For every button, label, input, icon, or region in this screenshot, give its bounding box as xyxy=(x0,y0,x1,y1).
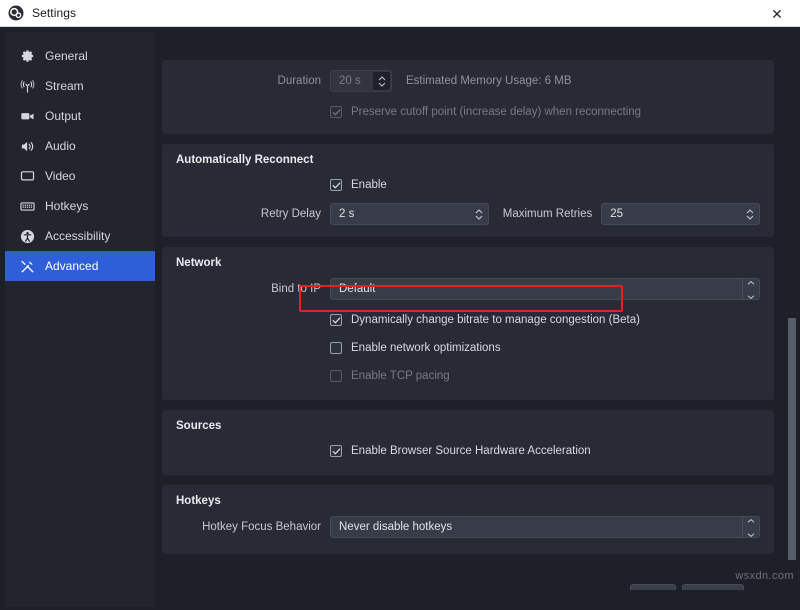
tcp-pacing-checkbox[interactable] xyxy=(330,370,342,382)
preserve-cutoff-row[interactable]: Preserve cutoff point (increase delay) w… xyxy=(330,102,760,122)
memory-usage-text: Estimated Memory Usage: 6 MB xyxy=(406,75,572,87)
dynamic-bitrate-checkbox-row[interactable]: Dynamically change bitrate to manage con… xyxy=(330,310,760,330)
sources-group: Sources Enable Browser Source Hardware A… xyxy=(162,410,774,475)
auto-reconnect-enable-row[interactable]: Enable xyxy=(330,175,760,195)
chevron-up-icon xyxy=(378,75,386,81)
duration-label: Duration xyxy=(277,75,321,87)
duration-value: 20 s xyxy=(339,75,361,87)
sidebar-item-label: Stream xyxy=(45,79,84,93)
gear-icon xyxy=(19,48,36,65)
auto-reconnect-group: Automatically Reconnect Enable Retry Del… xyxy=(162,144,774,237)
retry-delay-input[interactable]: 2 s xyxy=(330,203,489,225)
sidebar-item-label: Audio xyxy=(45,139,76,153)
auto-reconnect-title: Automatically Reconnect xyxy=(176,154,314,166)
chevron-up-icon xyxy=(747,276,755,288)
network-group: Network Bind to IP Default Dynamically c… xyxy=(162,247,774,400)
dynamic-bitrate-label: Dynamically change bitrate to manage con… xyxy=(351,314,640,326)
close-icon[interactable]: ✕ xyxy=(754,0,800,27)
content-scrollbar[interactable] xyxy=(786,60,797,582)
chevron-up-icon xyxy=(747,514,755,526)
sidebar-item-label: Advanced xyxy=(45,259,99,273)
window-body: General Stream Output Audio Video Hotkey… xyxy=(0,27,800,607)
sidebar-item-label: Output xyxy=(45,109,82,123)
chevron-down-icon xyxy=(746,215,754,220)
chevron-down-icon xyxy=(747,528,755,540)
obs-logo-icon xyxy=(8,5,24,21)
settings-content-scroll-area[interactable]: Duration 20 s Estimated Memory Usage: 6 … xyxy=(162,60,794,610)
browser-acceleration-checkbox[interactable] xyxy=(330,445,342,457)
hotkey-focus-value: Never disable hotkeys xyxy=(339,521,453,533)
tcp-pacing-row[interactable]: Enable TCP pacing xyxy=(330,366,760,386)
sidebar-item-stream[interactable]: Stream xyxy=(5,71,155,101)
duration-input[interactable]: 20 s xyxy=(330,70,392,92)
max-retries-input[interactable]: 25 xyxy=(601,203,760,225)
chevron-down-icon xyxy=(747,290,755,302)
sources-title: Sources xyxy=(176,420,222,432)
max-retries-stepper[interactable] xyxy=(742,204,758,224)
accessibility-icon xyxy=(19,228,36,245)
sidebar-item-audio[interactable]: Audio xyxy=(5,131,155,161)
scrollbar-thumb[interactable] xyxy=(788,318,796,560)
bind-ip-value: Default xyxy=(339,283,376,295)
sidebar-item-hotkeys[interactable]: Hotkeys xyxy=(5,191,155,221)
monitor-icon xyxy=(19,168,36,185)
chevron-down-icon xyxy=(378,82,386,87)
hotkey-focus-row: Hotkey Focus Behavior Never disable hotk… xyxy=(176,516,760,538)
sidebar-item-advanced[interactable]: Advanced xyxy=(5,251,155,281)
sidebar-item-general[interactable]: General xyxy=(5,41,155,71)
sidebar-item-label: Hotkeys xyxy=(45,199,89,213)
browser-acceleration-label: Enable Browser Source Hardware Accelerat… xyxy=(351,445,591,457)
sidebar-item-label: Video xyxy=(45,169,76,183)
tcp-pacing-label: Enable TCP pacing xyxy=(351,370,450,382)
bind-ip-row: Bind to IP Default xyxy=(176,278,760,300)
bind-ip-label: Bind to IP xyxy=(271,283,321,295)
browser-acceleration-row[interactable]: Enable Browser Source Hardware Accelerat… xyxy=(330,441,760,461)
camcorder-icon xyxy=(19,108,36,125)
sidebar-item-label: General xyxy=(45,49,88,63)
keyboard-icon xyxy=(19,198,36,215)
preserve-cutoff-label: Preserve cutoff point (increase delay) w… xyxy=(351,106,642,118)
duration-stepper[interactable] xyxy=(373,72,390,90)
hotkey-focus-label: Hotkey Focus Behavior xyxy=(202,521,321,533)
sidebar-item-video[interactable]: Video xyxy=(5,161,155,191)
tools-icon xyxy=(19,258,36,275)
duration-row: Duration 20 s Estimated Memory Usage: 6 … xyxy=(176,70,760,92)
retry-delay-value: 2 s xyxy=(339,208,355,220)
sidebar-item-output[interactable]: Output xyxy=(5,101,155,131)
network-title: Network xyxy=(176,257,222,269)
network-optimizations-label: Enable network optimizations xyxy=(351,342,501,354)
sidebar-item-accessibility[interactable]: Accessibility xyxy=(5,221,155,251)
retry-delay-label: Retry Delay xyxy=(260,208,321,220)
dynamic-bitrate-checkbox[interactable] xyxy=(330,314,342,326)
max-retries-label: Maximum Retries xyxy=(502,208,593,220)
chevron-down-icon xyxy=(475,215,483,220)
broadcast-icon xyxy=(19,78,36,95)
network-optimizations-row[interactable]: Enable network optimizations xyxy=(330,338,760,358)
hotkeys-title: Hotkeys xyxy=(176,495,221,507)
network-optimizations-checkbox[interactable] xyxy=(330,342,342,354)
auto-reconnect-enable-label: Enable xyxy=(351,179,387,191)
watermark: wsxdn.com xyxy=(735,570,794,582)
chevron-up-icon xyxy=(475,208,483,214)
preserve-cutoff-checkbox[interactable] xyxy=(330,106,342,118)
retry-row: Retry Delay 2 s Maximum Retries 25 xyxy=(176,203,760,225)
replay-buffer-group: Duration 20 s Estimated Memory Usage: 6 … xyxy=(162,60,774,134)
speaker-icon xyxy=(19,138,36,155)
bind-ip-select[interactable]: Default xyxy=(330,278,760,300)
retry-delay-stepper[interactable] xyxy=(471,204,487,224)
bind-ip-dropdown-arrows[interactable] xyxy=(742,276,759,302)
hotkey-focus-dropdown-arrows[interactable] xyxy=(742,514,759,540)
settings-sidebar: General Stream Output Audio Video Hotkey… xyxy=(5,32,155,607)
cancel-button[interactable] xyxy=(682,584,744,590)
chevron-up-icon xyxy=(746,208,754,214)
ok-button[interactable] xyxy=(630,584,676,590)
max-retries-value: 25 xyxy=(610,208,624,220)
hotkey-focus-select[interactable]: Never disable hotkeys xyxy=(330,516,760,538)
title-bar: Settings ✕ xyxy=(0,0,800,27)
window-title: Settings xyxy=(32,6,77,20)
sidebar-item-label: Accessibility xyxy=(45,229,111,243)
hotkeys-group: Hotkeys Hotkey Focus Behavior Never disa… xyxy=(162,485,774,554)
auto-reconnect-enable-checkbox[interactable] xyxy=(330,179,342,191)
